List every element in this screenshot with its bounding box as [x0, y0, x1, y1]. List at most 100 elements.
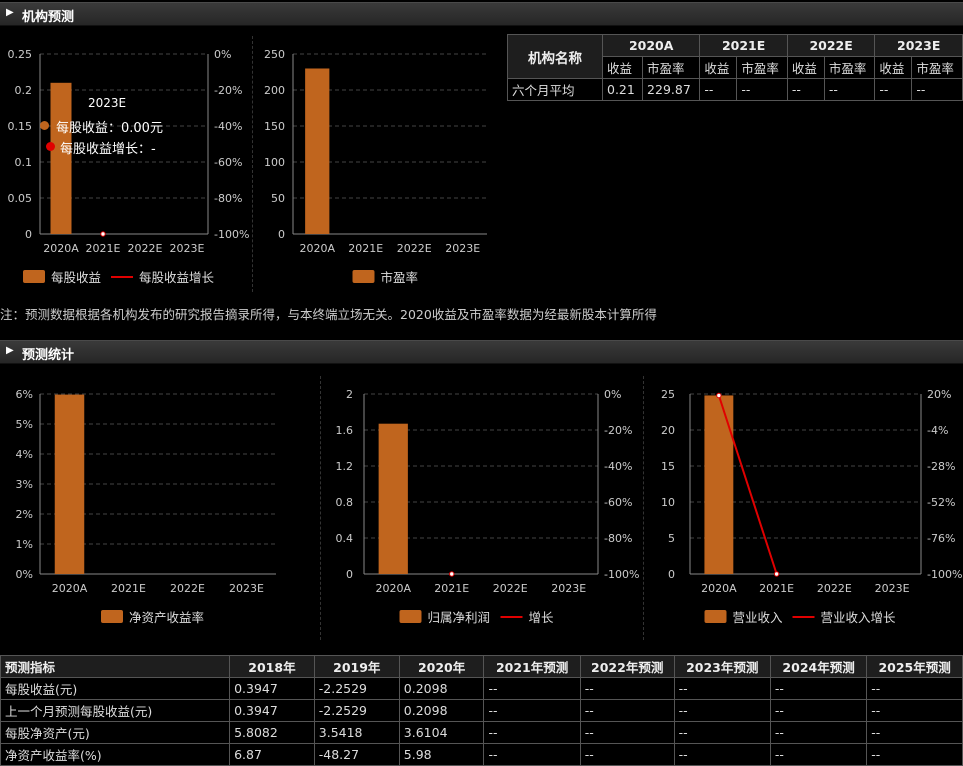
y2-tick-label: -100% — [927, 568, 962, 581]
stats-header: 2019年 — [313, 655, 400, 678]
stats-header: 预测指标 — [0, 655, 231, 678]
bar[interactable] — [378, 423, 408, 574]
stats-row-label: 每股收益(元) — [0, 677, 231, 700]
line-point[interactable] — [100, 231, 106, 237]
roe-chart: 0% 1% 2% 3% 4% 5% 6% 2020A 2021E 2022E 2023E 净资产收益率 — [16, 388, 276, 625]
y2-tick-label: -80% — [214, 192, 242, 205]
legend-label[interactable]: 营业收入 — [733, 610, 784, 625]
stats-cell: 3.5418 — [313, 721, 400, 744]
stats-header: 2022年预测 — [579, 655, 675, 678]
x-tick-label: 2023E — [445, 242, 480, 255]
table-row: 每股收益(元) 0.3947 -2.2529 0.2098 -- -- -- -- -- — [0, 677, 963, 700]
line-point[interactable] — [773, 571, 780, 577]
tooltip-eps-dot-icon — [40, 121, 49, 130]
legend-bar-swatch[interactable] — [352, 270, 375, 283]
x-tick-label: 2020A — [43, 242, 79, 255]
stats-cell: 5.98 — [398, 743, 485, 766]
y-tick-label: 0 — [278, 228, 285, 241]
y2-tick-label: -4% — [927, 424, 948, 437]
stats-header: 2020年 — [398, 655, 485, 678]
x-tick-label: 2020A — [701, 582, 737, 595]
x-tick-label: 2021E — [759, 582, 794, 595]
legend-label[interactable]: 归属净利润 — [428, 610, 491, 625]
stats-header: 2024年预测 — [769, 655, 868, 678]
bar[interactable] — [54, 394, 85, 574]
forecast-section-header[interactable]: ▶ 机构预测 — [0, 2, 963, 26]
legend-label[interactable]: 净资产收益率 — [129, 610, 204, 625]
stats-cell: 0.3947 — [229, 677, 315, 700]
legend-label[interactable]: 营业收入增长 — [821, 610, 897, 625]
forecast-sub-header: 收益 — [786, 56, 825, 79]
stats-cell: -- — [483, 743, 581, 766]
stats-cell: -- — [579, 721, 675, 744]
legend-label[interactable]: 市盈率 — [381, 270, 419, 285]
legend-bar-swatch[interactable] — [704, 610, 727, 623]
y-tick-label: 0.05 — [8, 192, 33, 205]
stats-section-header[interactable]: ▶ 预测统计 — [0, 340, 963, 364]
stats-cell: -2.2529 — [313, 677, 400, 700]
y2-tick-label: -100% — [214, 228, 249, 241]
x-tick-label: 2023E — [551, 582, 586, 595]
x-tick-label: 2022E — [128, 242, 163, 255]
x-tick-label: 2022E — [493, 582, 528, 595]
x-tick-label: 2020A — [375, 582, 411, 595]
legend-label[interactable]: 增长 — [529, 610, 555, 625]
stats-cell: -2.2529 — [313, 699, 400, 722]
x-tick-label: 2022E — [397, 242, 432, 255]
legend-bar-swatch[interactable] — [399, 610, 422, 623]
chart-divider — [320, 376, 321, 640]
stats-cell: 3.6104 — [398, 721, 485, 744]
stats-section-title: 预测统计 — [22, 348, 75, 363]
stats-cell: -- — [866, 743, 963, 766]
forecast-cell: -- — [823, 78, 876, 101]
legend-bar-swatch[interactable] — [23, 270, 45, 283]
y-tick-label: 0 — [668, 568, 675, 581]
line-point[interactable] — [716, 392, 722, 399]
y2-tick-label: -20% — [214, 84, 242, 97]
y2-tick-label: -40% — [604, 460, 632, 473]
forecast-row-name: 六个月平均 — [507, 78, 603, 101]
stats-cell: -- — [866, 699, 963, 722]
y-tick-label: 0 — [25, 228, 32, 241]
stats-cell: -- — [673, 743, 771, 766]
forecast-sub-header: 市盈率 — [911, 56, 963, 79]
y2-tick-label: -20% — [604, 424, 632, 437]
tooltip-growth: 每股收益增长：- — [60, 142, 156, 157]
forecast-cell: -- — [699, 78, 738, 101]
collapse-triangle-icon[interactable]: ▶ — [6, 345, 14, 356]
forecast-section-title: 机构预测 — [22, 10, 75, 25]
stats-cell: -- — [769, 743, 868, 766]
bar[interactable] — [305, 68, 330, 235]
y2-tick-label: -80% — [604, 532, 632, 545]
stats-cell: -- — [673, 721, 771, 744]
y-tick-label: 20 — [661, 424, 675, 437]
y-tick-label: 3% — [16, 478, 33, 491]
net-profit-chart: 0 0.4 0.8 1.2 1.6 2 -100% -80% -60% -40% -20% 0% 202… — [336, 388, 640, 625]
eps-chart: 0 0.05 0.1 0.15 0.2 0.25 -100% -80% -60% -40% -20%… — [8, 48, 250, 285]
x-tick-label: 2023E — [875, 582, 910, 595]
forecast-cell: 0.21 — [601, 78, 644, 101]
stats-cell: -- — [769, 721, 868, 744]
legend-bar-swatch[interactable] — [101, 610, 123, 623]
stats-cell: 0.2098 — [398, 677, 485, 700]
stats-header: 2025年预测 — [866, 655, 963, 678]
y-tick-label: 0.25 — [8, 48, 33, 61]
collapse-triangle-icon[interactable]: ▶ — [6, 7, 14, 18]
stats-cell: 0.2098 — [398, 699, 485, 722]
x-tick-label: 2020A — [52, 582, 88, 595]
x-tick-label: 2020A — [299, 242, 335, 255]
stats-cell: -- — [483, 699, 581, 722]
y-tick-label: 0% — [16, 568, 33, 581]
stats-cell: -- — [673, 677, 771, 700]
stats-cell: -- — [866, 677, 963, 700]
legend-label[interactable]: 每股收益增长 — [139, 270, 215, 285]
stats-cell: -- — [673, 699, 771, 722]
y2-tick-label: -60% — [604, 496, 632, 509]
forecast-year-header: 2020A — [601, 34, 701, 57]
bar[interactable] — [704, 395, 734, 574]
stats-cell: -- — [579, 743, 675, 766]
y-tick-label: 1.6 — [336, 424, 354, 437]
forecast-year-header: 2023E — [874, 34, 963, 57]
line-point[interactable] — [449, 571, 455, 577]
legend-label[interactable]: 每股收益 — [51, 270, 101, 285]
